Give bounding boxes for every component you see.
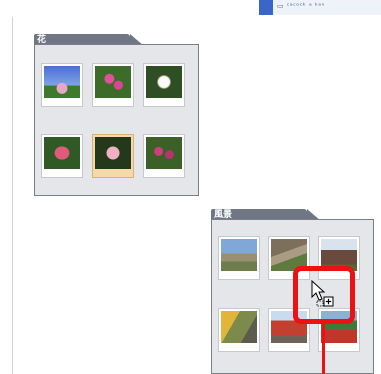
flower-image <box>146 137 182 169</box>
landscape-image <box>221 311 257 343</box>
flower-image <box>95 66 131 98</box>
photo-thumbnail[interactable] <box>41 63 83 107</box>
callout-leader-line <box>322 321 325 374</box>
folder-body[interactable] <box>34 44 199 196</box>
window-edge <box>259 0 273 15</box>
photo-thumbnail[interactable] <box>218 236 260 280</box>
photo-thumbnail[interactable] <box>92 63 134 107</box>
partial-window-text: ▭ ᶜᵃᶜᵒᶜᵏ ᵃ ᵏᵃⁿ <box>277 2 325 10</box>
flower-image <box>44 66 80 98</box>
flower-image <box>44 137 80 169</box>
drag-copy-cursor-icon <box>311 280 334 307</box>
photo-thumbnail[interactable] <box>143 134 185 178</box>
landscape-image <box>221 239 257 271</box>
photo-thumbnail-selected[interactable] <box>92 134 134 178</box>
photo-thumbnail[interactable] <box>41 134 83 178</box>
flower-image <box>146 66 182 98</box>
partial-window-strip: ▭ ᶜᵃᶜᵒᶜᵏ ᵃ ᵏᵃⁿ <box>259 0 381 15</box>
left-divider <box>12 17 13 374</box>
photo-thumbnail[interactable] <box>218 308 260 352</box>
flower-image <box>95 137 131 169</box>
photo-thumbnail[interactable] <box>143 63 185 107</box>
